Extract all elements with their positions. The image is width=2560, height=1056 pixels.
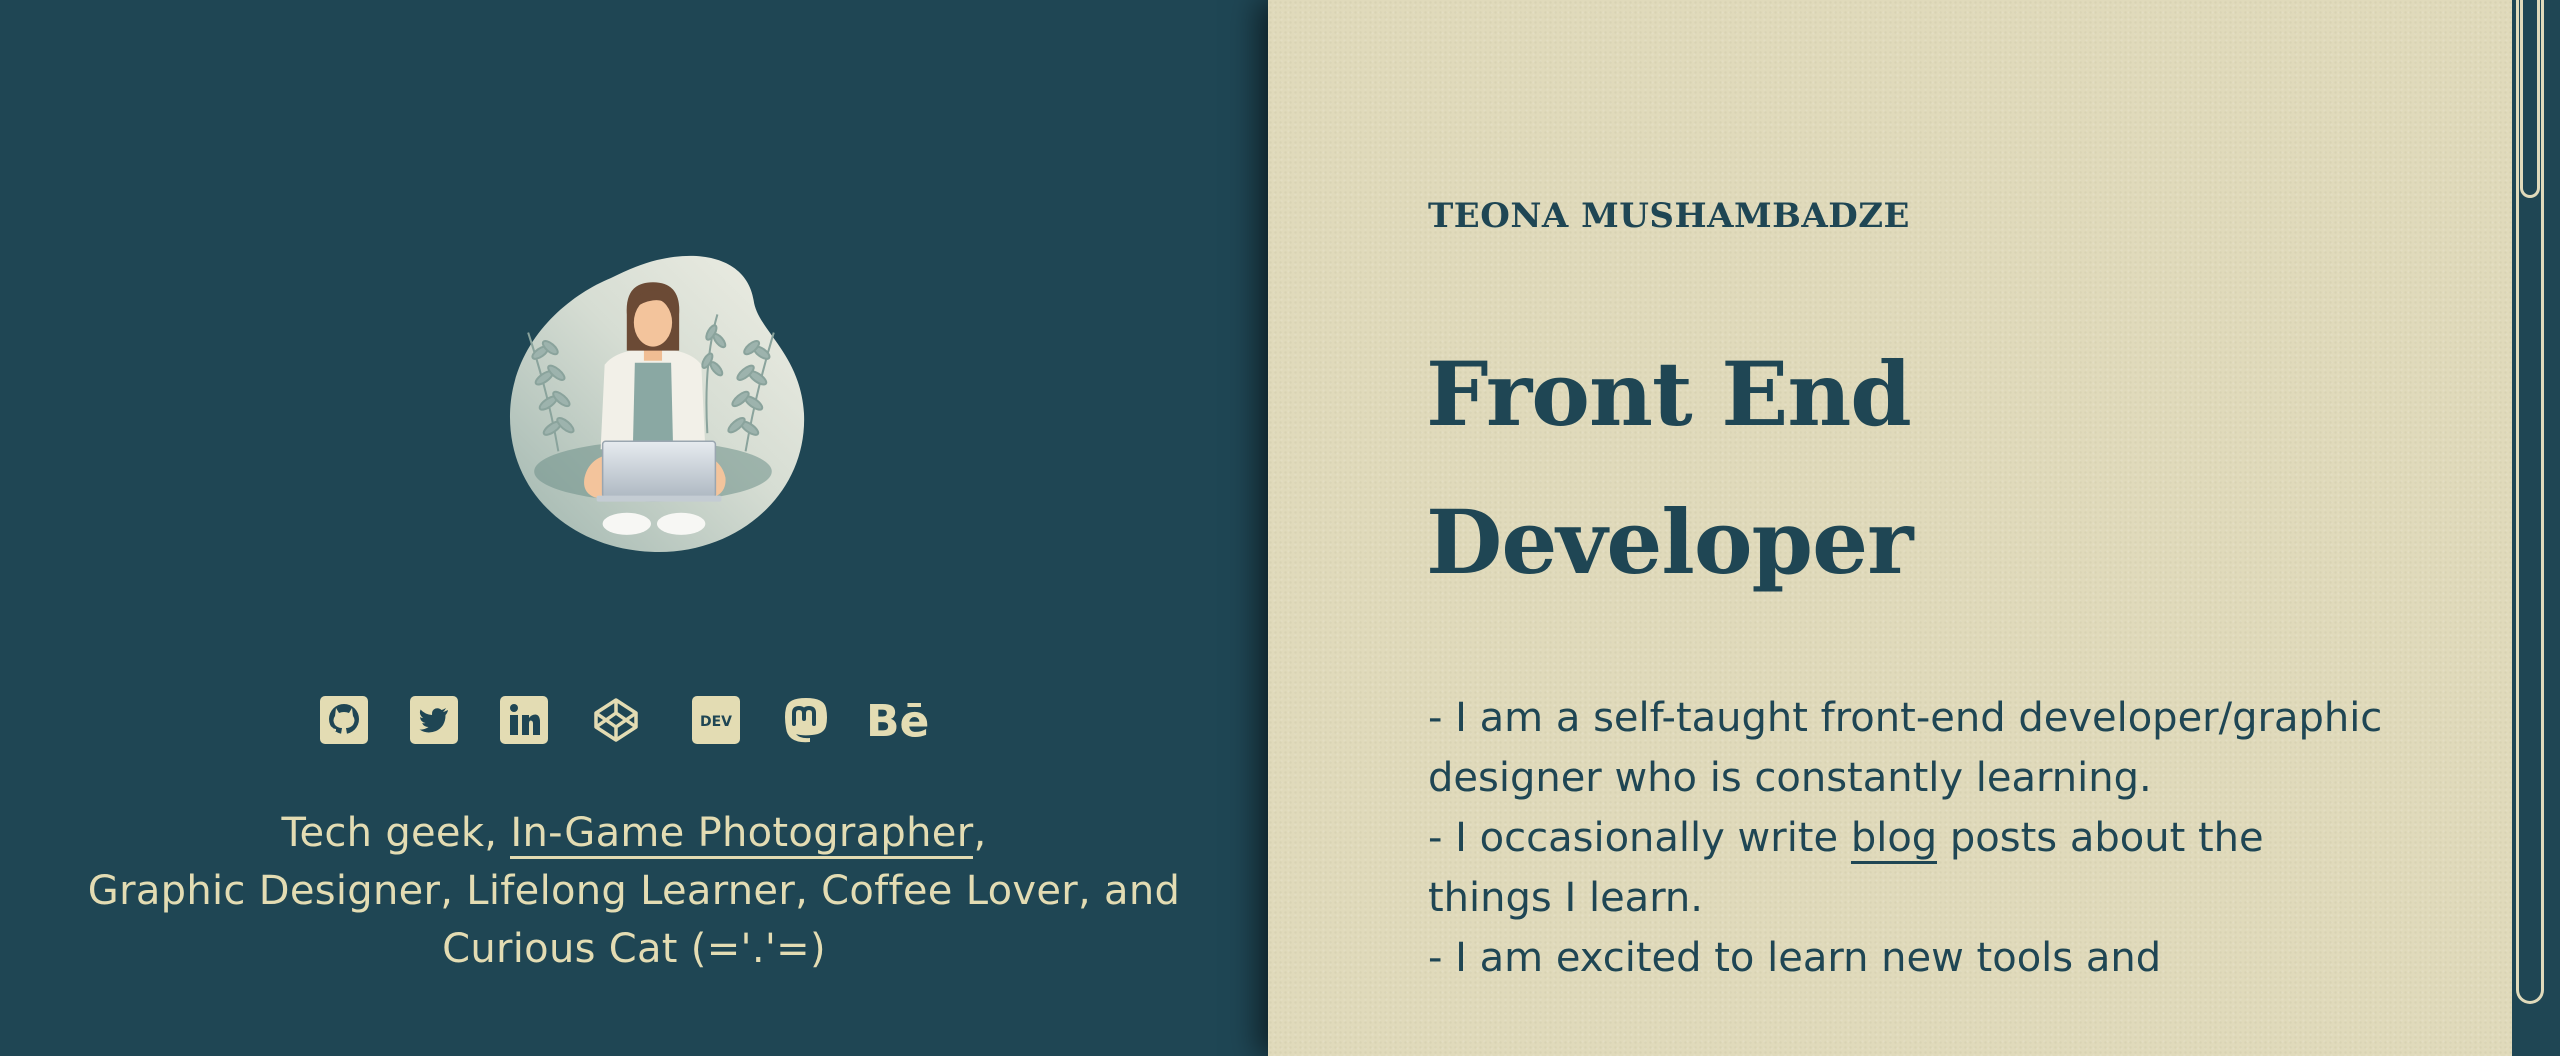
bio-prefix: Tech geek, [281, 810, 511, 856]
title-line-1: Front End [1426, 342, 1912, 446]
about-text: - I am a self-taught front-end developer… [1428, 688, 2388, 988]
photographer-link[interactable]: In-Game Photographer [510, 810, 974, 859]
about-line-2: - I occasionally write blog posts about … [1428, 808, 2388, 928]
behance-icon[interactable]: Bē [866, 694, 938, 747]
bio-line-3: Curious Cat (='.'=) [442, 926, 826, 972]
blog-link[interactable]: blog [1850, 815, 1938, 864]
linkedin-icon[interactable] [498, 694, 550, 746]
twitter-icon[interactable] [408, 694, 460, 746]
avatar-illustration [509, 255, 805, 553]
svg-text:DEV: DEV [700, 714, 732, 730]
title-line-2: Developer [1426, 490, 1913, 594]
dev-icon[interactable]: DEV [690, 694, 742, 746]
sidebar-panel: DEV Bē Tech geek, In-Game Photographer, … [0, 0, 1268, 1056]
mastodon-icon[interactable] [780, 694, 832, 746]
bio-line-2: Graphic Designer, Lifelong Learner, Coff… [87, 868, 1181, 914]
svg-text:Bē: Bē [866, 696, 929, 746]
github-icon[interactable] [318, 694, 370, 746]
content-panel: TEONA MUSHAMBADZE Front End Developer - … [1268, 0, 2512, 1056]
bio-text: Tech geek, In-Game Photographer, Graphic… [40, 804, 1228, 978]
scrollbar-thumb[interactable] [2520, 0, 2540, 198]
bio-suffix: , [973, 810, 987, 856]
about-line-2-prefix: - I occasionally write [1428, 815, 1851, 861]
bio-line-1: Tech geek, In-Game Photographer, [40, 804, 1228, 862]
about-line-1: - I am a self-taught front-end developer… [1428, 695, 2383, 801]
codepen-icon[interactable] [590, 694, 642, 746]
social-links: DEV Bē [318, 694, 938, 750]
about-line-3: - I am excited to learn new tools and [1428, 935, 2162, 981]
page-title: Front End Developer [1426, 320, 1913, 616]
author-name: TEONA MUSHAMBADZE [1428, 196, 1910, 236]
